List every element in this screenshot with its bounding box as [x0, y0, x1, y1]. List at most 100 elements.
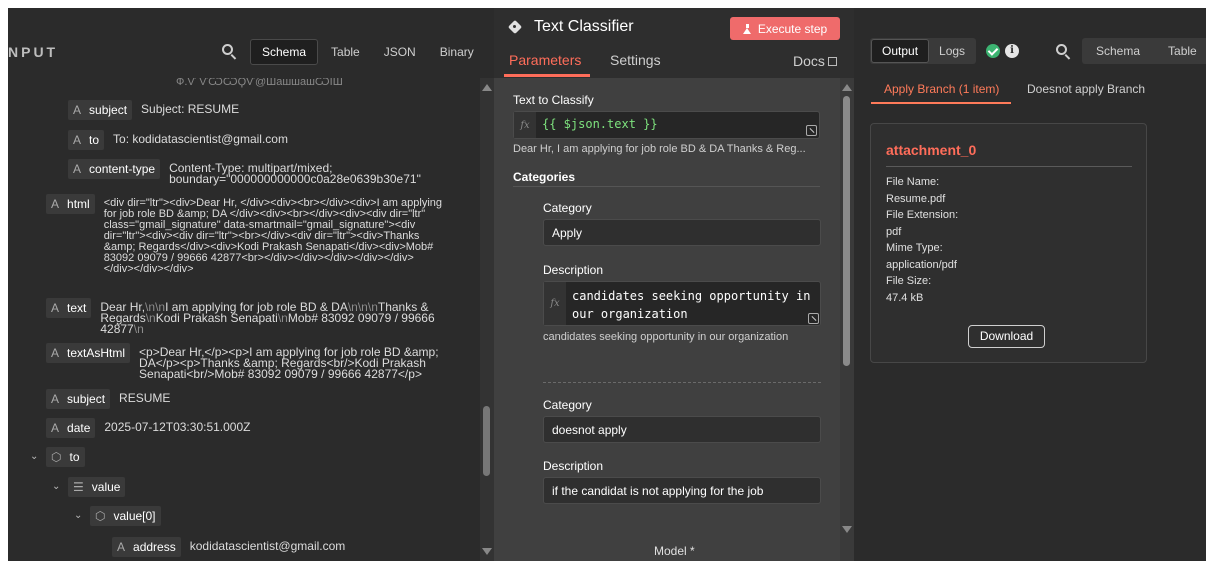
node-title[interactable]: Text Classifier: [534, 18, 634, 36]
field-value: Dear Hr,\n\nI am applying for job role B…: [100, 300, 438, 336]
search-icon[interactable]: [222, 44, 238, 60]
schema-field: Ahtml <div dir="ltr"><div>Dear Hr, </div…: [46, 194, 444, 275]
mime-type-label: Mime Type:: [886, 242, 943, 254]
tab-parameters[interactable]: Parameters: [509, 52, 581, 68]
chevron-down-icon[interactable]: ⌄: [30, 451, 38, 462]
schema-field: Aaddress kodidatascientist@gmail.com: [112, 537, 345, 557]
active-tab-indicator: [504, 74, 590, 77]
chevron-down-icon[interactable]: ⌄: [52, 481, 60, 492]
output-view-tabs: Schema Table: [1082, 38, 1206, 64]
file-name-value: Resume.pdf: [886, 193, 946, 205]
expression-text: {{ $json.text }}: [542, 117, 658, 131]
schema-field: Atext Dear Hr,\n\nI am applying for job …: [46, 298, 450, 335]
attachment-title: attachment_0: [886, 142, 977, 158]
tab-binary[interactable]: Binary: [429, 39, 485, 65]
chevron-down-icon[interactable]: ⌄: [74, 510, 82, 521]
schema-object: ⬡ value[0]: [90, 506, 161, 526]
tab-table[interactable]: Table: [1154, 38, 1206, 64]
type-a-icon: A: [51, 301, 60, 315]
input-header: NPUT Schema Table JSON Binary: [8, 8, 494, 78]
tab-table[interactable]: Table: [320, 39, 371, 65]
tab-doesnot-apply-branch[interactable]: Doesnot apply Branch: [1027, 82, 1145, 96]
tab-schema[interactable]: Schema: [1082, 38, 1154, 64]
search-icon[interactable]: [1056, 44, 1072, 60]
file-size-value: 47.4 kB: [886, 292, 924, 304]
field-key[interactable]: Acontent-type: [68, 159, 161, 179]
file-extension-label: File Extension:: [886, 209, 959, 221]
description-input[interactable]: if the candidat is not applying for the …: [543, 477, 821, 504]
field-value: To: kodidatascientist@gmail.com: [113, 132, 288, 146]
tab-apply-branch[interactable]: Apply Branch (1 item): [884, 82, 999, 96]
field-key[interactable]: ☰ value: [68, 477, 126, 497]
field-key[interactable]: Ahtml: [46, 194, 95, 214]
type-a-icon: A: [51, 346, 60, 360]
fx-icon: fx: [544, 282, 566, 325]
mime-type-value: application/pdf: [886, 259, 957, 271]
expand-icon[interactable]: [808, 313, 819, 324]
description-field[interactable]: fx candidates seeking opportunity in our…: [543, 281, 821, 326]
field-key[interactable]: AtextAsHtml: [46, 343, 131, 363]
tab-json[interactable]: JSON: [373, 39, 427, 65]
text-to-classify-label: Text to Classify: [513, 93, 594, 107]
cube-icon: ⬡: [51, 450, 62, 464]
schema-object: ⬡ to: [46, 447, 85, 467]
input-scrollbar[interactable]: [480, 78, 494, 561]
execute-step-button[interactable]: Execute step: [730, 17, 840, 40]
tab-output[interactable]: Output: [871, 39, 930, 63]
field-key[interactable]: Ato: [68, 130, 105, 150]
field-value: <div dir="ltr"><div>Dear Hr, </div><div>…: [103, 197, 446, 275]
attachment-card: attachment_0 File Name: Resume.pdf File …: [870, 123, 1147, 363]
scroll-down-arrow[interactable]: [482, 548, 492, 555]
input-scroll-thumb[interactable]: [483, 406, 490, 476]
schema-field: Acontent-type Content-Type: multipart/mi…: [68, 159, 439, 185]
category-label: Category: [543, 201, 592, 215]
schema-field: Asubject Subject: RESUME: [68, 100, 239, 120]
category-input[interactable]: Apply: [543, 219, 821, 246]
flask-icon: [742, 23, 752, 34]
output-logs-toggle: Output Logs: [870, 38, 977, 64]
input-schema-tree: Ф.Ѵ ѴѠѠϘѴ@ШашшашѠЇШ Asubject Subject: RE…: [8, 78, 480, 561]
info-icon[interactable]: i: [1005, 44, 1019, 58]
tab-settings[interactable]: Settings: [610, 52, 661, 68]
category-input[interactable]: doesnot apply: [543, 416, 821, 443]
field-value: kodidatascientist@gmail.com: [189, 539, 346, 553]
input-view-tabs: Schema Table JSON Binary: [250, 37, 485, 67]
category-separator: [543, 382, 821, 383]
download-button[interactable]: Download: [968, 325, 1045, 348]
expression-preview: Dear Hr, I am applying for job role BD &…: [513, 143, 806, 155]
docs-link[interactable]: Docs: [793, 53, 837, 69]
field-value: Subject: RESUME: [141, 102, 240, 116]
scroll-down-arrow[interactable]: [842, 526, 852, 533]
field-key[interactable]: Adate: [46, 418, 96, 438]
field-key[interactable]: Atext: [46, 298, 92, 318]
categories-label: Categories: [513, 170, 576, 184]
tab-schema[interactable]: Schema: [250, 39, 319, 65]
tab-logs[interactable]: Logs: [929, 39, 975, 63]
fx-icon: fx: [514, 112, 536, 138]
field-key[interactable]: Asubject: [46, 389, 111, 409]
field-key[interactable]: ⬡ to: [46, 447, 85, 467]
scroll-up-arrow[interactable]: [482, 84, 492, 91]
field-key[interactable]: ⬡ value[0]: [90, 506, 161, 526]
field-value: RESUME: [119, 391, 171, 405]
node-panel: Text Classifier Execute step Parameters …: [494, 8, 854, 561]
file-name-label: File Name:: [886, 176, 940, 188]
file-size-label: File Size:: [886, 275, 932, 287]
type-a-icon: A: [73, 103, 82, 117]
scroll-up-arrow[interactable]: [842, 84, 852, 91]
parameters-scroll-thumb[interactable]: [843, 96, 850, 366]
tag-icon: [507, 19, 524, 35]
node-header: Text Classifier Execute step Parameters …: [494, 8, 854, 78]
type-a-icon: A: [73, 162, 82, 176]
schema-field: Adate 2025-07-12T03:30:51.000Z: [46, 418, 250, 438]
text-to-classify-field[interactable]: fx {{ $json.text }}: [513, 111, 820, 139]
type-a-icon: A: [51, 421, 60, 435]
schema-field: Ato To: kodidatascientist@gmail.com: [68, 130, 288, 150]
success-check-icon: [986, 44, 1000, 58]
description-label: Description: [543, 263, 604, 277]
expand-icon[interactable]: [806, 125, 817, 136]
model-label: Model *: [654, 544, 695, 558]
type-a-icon: A: [73, 133, 82, 147]
field-key[interactable]: Aaddress: [112, 537, 181, 557]
field-key[interactable]: Asubject: [68, 100, 133, 120]
